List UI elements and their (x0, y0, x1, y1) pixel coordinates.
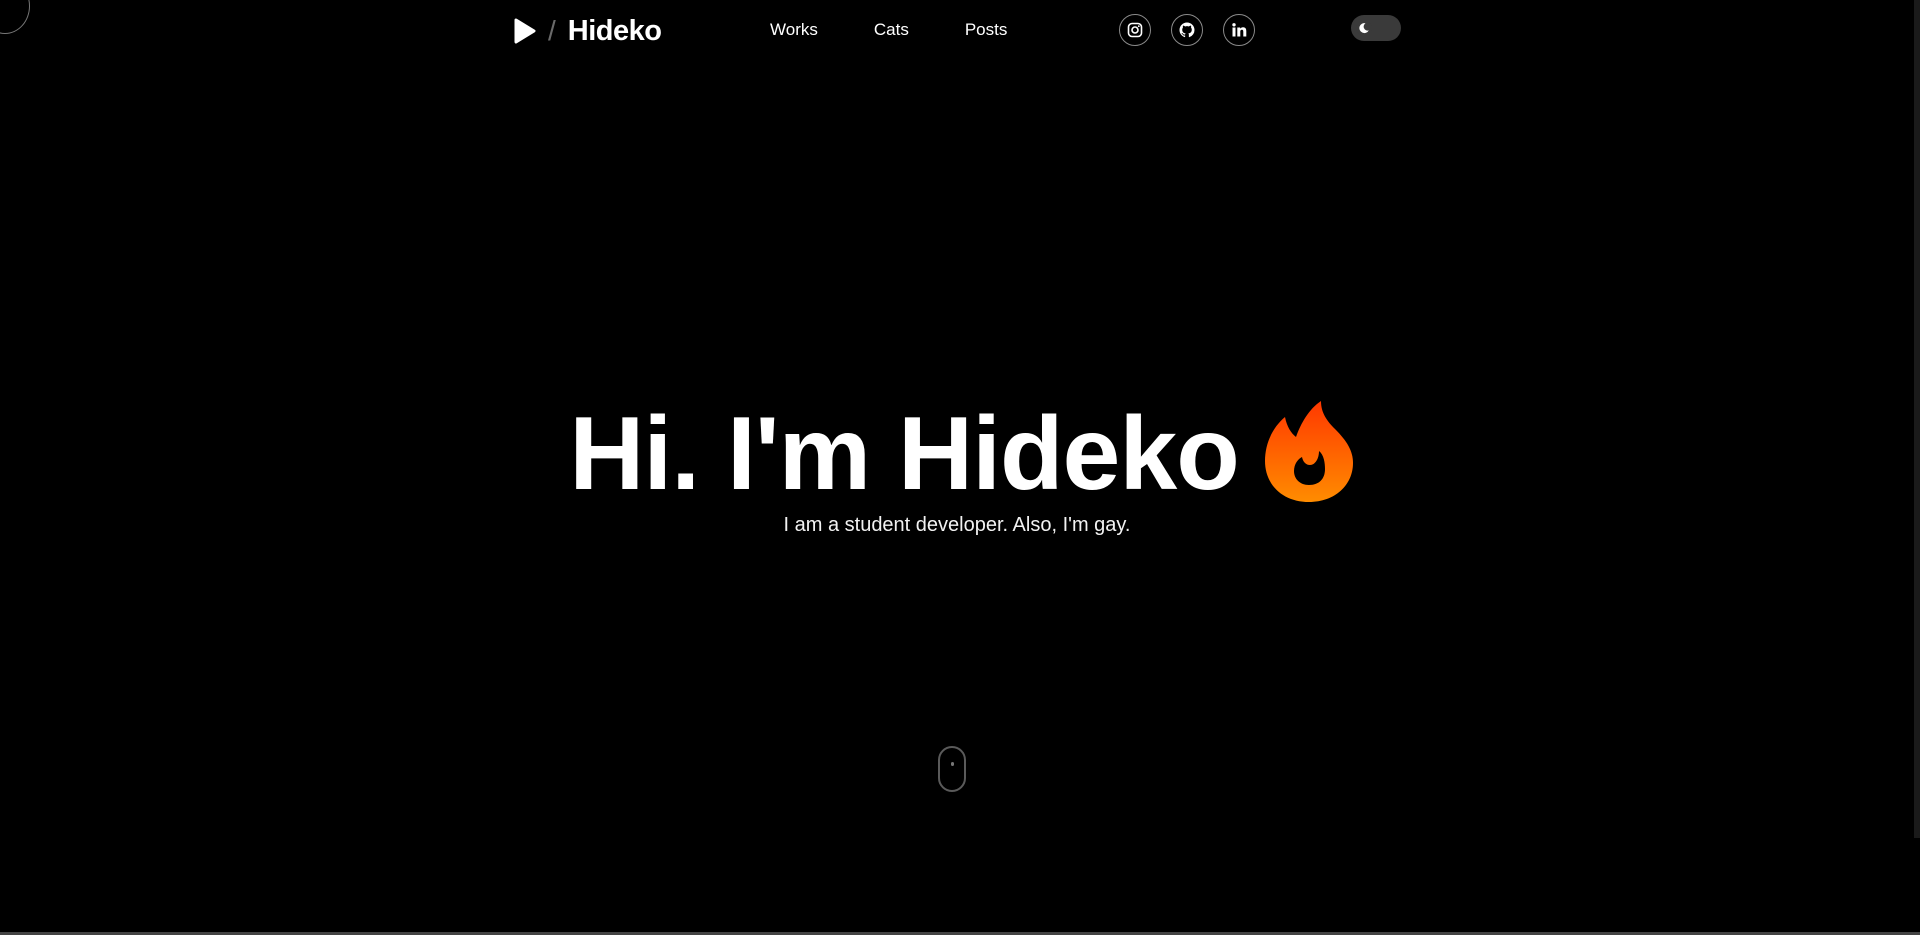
page: / Hideko Works Cats Posts Hi. I'm Hideko… (0, 0, 1920, 935)
main-nav: Works Cats Posts (770, 20, 1007, 40)
logo-name: Hideko (567, 14, 662, 47)
social-links (1119, 14, 1255, 46)
instagram-button[interactable] (1119, 14, 1151, 46)
github-icon (1179, 22, 1195, 38)
linkedin-icon (1232, 23, 1247, 37)
mouse-scroll-icon[interactable] (938, 746, 966, 792)
site-header: / Hideko Works Cats Posts (0, 0, 1920, 62)
hero-title: Hi. I'm Hideko (569, 396, 1240, 512)
linkedin-button[interactable] (1223, 14, 1255, 46)
nav-link-works[interactable]: Works (770, 20, 818, 40)
nav-link-cats[interactable]: Cats (874, 20, 909, 40)
theme-toggle-knob (1356, 20, 1372, 36)
moon-icon (1359, 23, 1369, 34)
github-button[interactable] (1171, 14, 1203, 46)
home-logo-link[interactable]: / Hideko (512, 13, 662, 49)
scrollbar[interactable] (1914, 0, 1920, 838)
mouse-wheel (951, 762, 954, 766)
hero-section: Hi. I'm Hideko I am a student developer.… (0, 396, 1920, 536)
instagram-icon (1127, 22, 1143, 38)
flame-icon (1264, 401, 1353, 502)
hero-subtitle: I am a student developer. Also, I'm gay. (783, 514, 1131, 536)
nav-link-posts[interactable]: Posts (965, 20, 1008, 40)
play-icon (514, 18, 536, 44)
logo-separator: / (548, 15, 556, 46)
hero-title-row: Hi. I'm Hideko (0, 396, 1920, 512)
theme-toggle[interactable] (1351, 15, 1401, 41)
